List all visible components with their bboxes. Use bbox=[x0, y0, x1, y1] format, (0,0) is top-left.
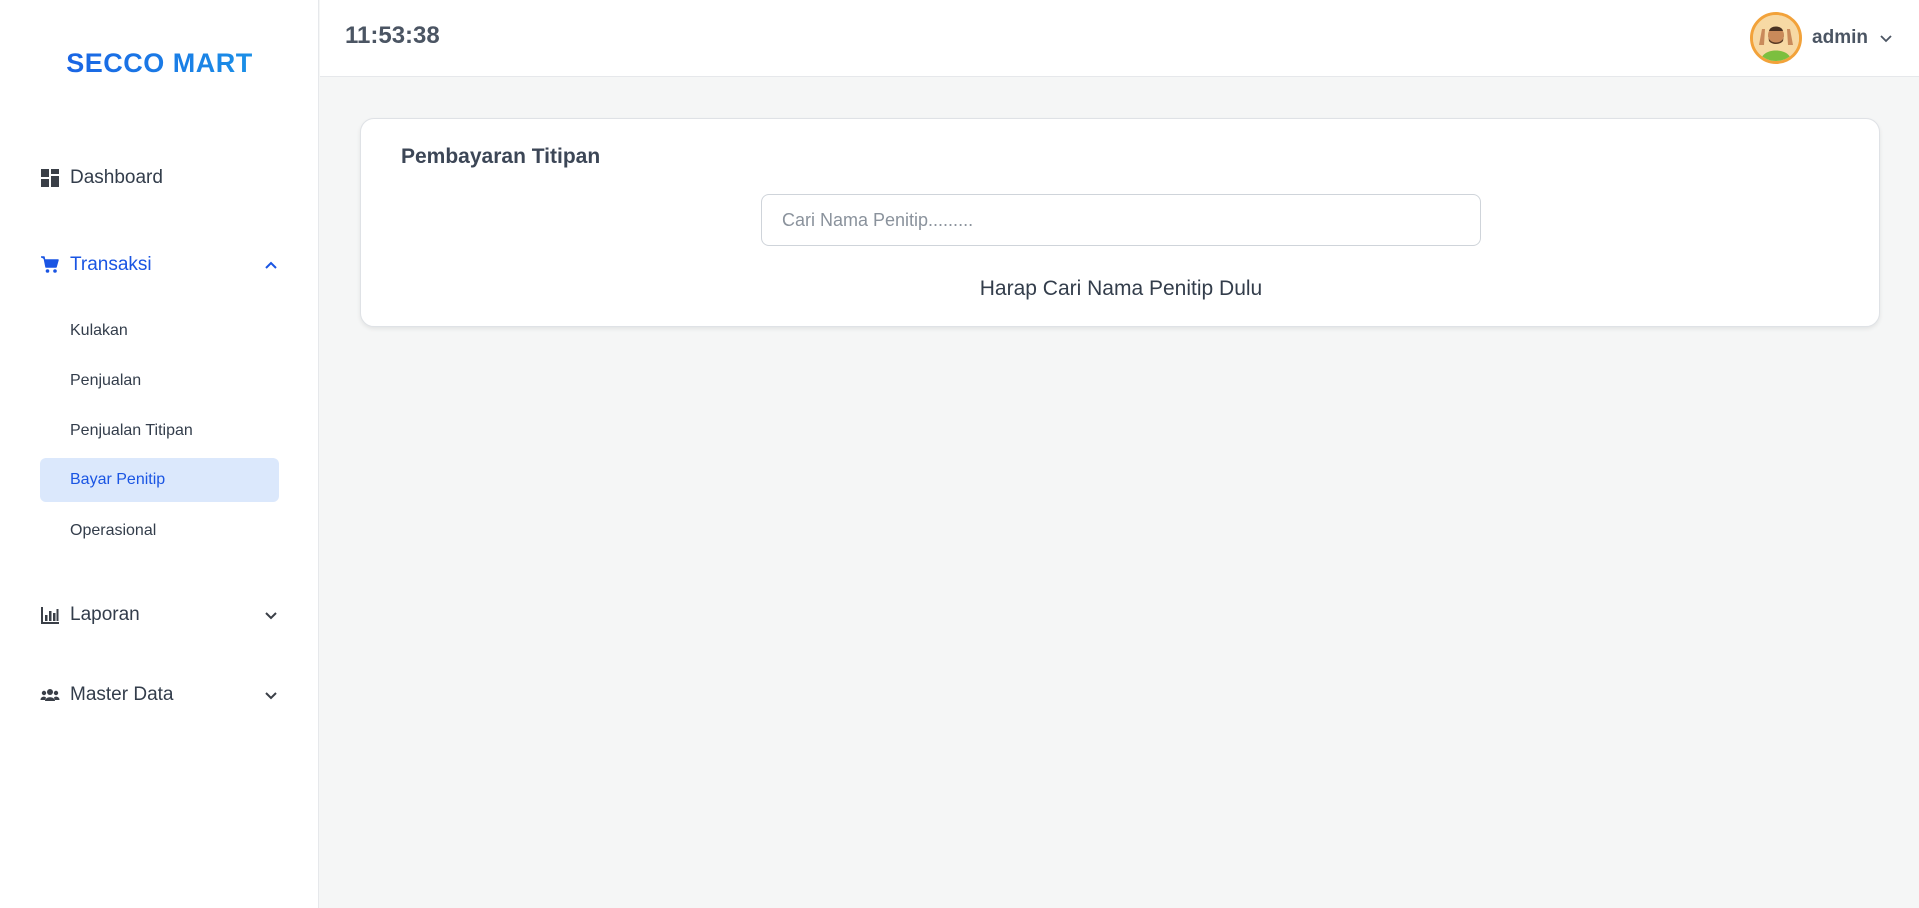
chevron-up-icon bbox=[265, 261, 277, 269]
username: admin bbox=[1812, 27, 1868, 48]
avatar bbox=[1750, 12, 1803, 64]
chevron-down-icon bbox=[265, 612, 277, 620]
nav-laporan[interactable]: Laporan bbox=[40, 597, 279, 633]
card-title: Pembayaran Titipan bbox=[401, 145, 601, 168]
chevron-down-icon bbox=[265, 692, 277, 700]
nav-dashboard-label: Dashboard bbox=[70, 167, 163, 188]
nav-transaksi[interactable]: Transaksi bbox=[40, 247, 279, 283]
user-menu[interactable]: admin bbox=[1750, 10, 1894, 66]
nav-laporan-label: Laporan bbox=[70, 604, 140, 625]
chevron-down-icon bbox=[1880, 35, 1892, 43]
subnav-operasional[interactable]: Operasional bbox=[40, 509, 279, 553]
payment-card: Pembayaran Titipan Harap Cari Nama Penit… bbox=[360, 118, 1880, 327]
subnav-kulakan[interactable]: Kulakan bbox=[40, 309, 279, 353]
nav-dashboard[interactable]: Dashboard bbox=[40, 160, 279, 196]
subnav-bayar-penitip[interactable]: Bayar Penitip bbox=[40, 458, 279, 502]
nav-master-data[interactable]: Master Data bbox=[40, 677, 279, 713]
sidebar: SECCO MART Dashboard Transaksi Kulakan P… bbox=[0, 0, 319, 908]
empty-hint: Harap Cari Nama Penitip Dulu bbox=[979, 277, 1263, 300]
bar-chart-icon bbox=[40, 605, 60, 625]
users-icon bbox=[40, 685, 60, 705]
subnav-penjualan-titipan[interactable]: Penjualan Titipan bbox=[40, 409, 279, 453]
nav-transaksi-label: Transaksi bbox=[70, 254, 152, 275]
search-input[interactable] bbox=[761, 194, 1481, 246]
grid-icon bbox=[40, 168, 60, 188]
nav-master-data-label: Master Data bbox=[70, 684, 174, 705]
subnav-penjualan[interactable]: Penjualan bbox=[40, 359, 279, 403]
brand-logo[interactable]: SECCO MART bbox=[0, 48, 319, 79]
topbar: 11:53:38 admin bbox=[320, 0, 1919, 77]
cart-icon bbox=[40, 255, 60, 275]
clock: 11:53:38 bbox=[345, 22, 440, 49]
